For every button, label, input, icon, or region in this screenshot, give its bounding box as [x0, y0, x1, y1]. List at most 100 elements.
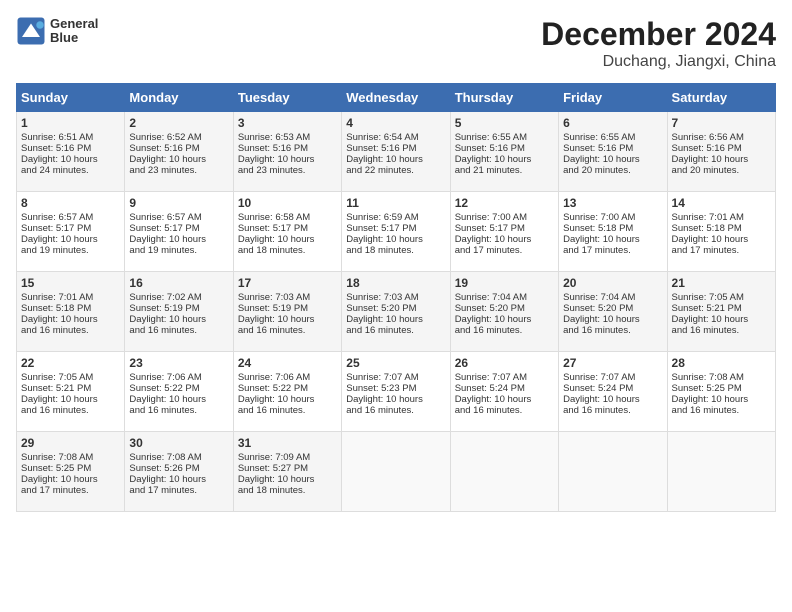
day-info-line: Sunset: 5:16 PM: [455, 143, 554, 154]
day-info-line: Sunrise: 7:09 AM: [238, 452, 337, 463]
calendar-cell: 6Sunrise: 6:55 AMSunset: 5:16 PMDaylight…: [559, 112, 667, 192]
day-info-line: and 17 minutes.: [455, 245, 554, 256]
day-info-line: and 17 minutes.: [672, 245, 771, 256]
day-info-line: Sunset: 5:26 PM: [129, 463, 228, 474]
day-info-line: Sunrise: 7:08 AM: [672, 372, 771, 383]
day-info-line: Daylight: 10 hours: [563, 154, 662, 165]
calendar-cell: 11Sunrise: 6:59 AMSunset: 5:17 PMDayligh…: [342, 192, 450, 272]
day-number: 10: [238, 196, 337, 210]
day-info-line: Sunrise: 7:06 AM: [238, 372, 337, 383]
day-info-line: and 16 minutes.: [346, 405, 445, 416]
day-info-line: and 16 minutes.: [129, 405, 228, 416]
day-number: 18: [346, 276, 445, 290]
day-info-line: Sunrise: 6:52 AM: [129, 132, 228, 143]
day-info-line: and 16 minutes.: [455, 405, 554, 416]
day-info-line: Daylight: 10 hours: [238, 234, 337, 245]
day-info-line: Daylight: 10 hours: [238, 154, 337, 165]
day-number: 4: [346, 116, 445, 130]
day-info-line: Daylight: 10 hours: [21, 394, 120, 405]
logo-text: General Blue: [50, 17, 98, 46]
day-info-line: Daylight: 10 hours: [129, 314, 228, 325]
day-info-line: Daylight: 10 hours: [563, 314, 662, 325]
day-info-line: and 16 minutes.: [455, 325, 554, 336]
day-info-line: Sunset: 5:22 PM: [129, 383, 228, 394]
day-info-line: Sunrise: 7:05 AM: [21, 372, 120, 383]
day-number: 11: [346, 196, 445, 210]
day-info-line: Daylight: 10 hours: [672, 154, 771, 165]
day-info-line: Sunset: 5:16 PM: [672, 143, 771, 154]
day-number: 9: [129, 196, 228, 210]
calendar-cell: 8Sunrise: 6:57 AMSunset: 5:17 PMDaylight…: [17, 192, 125, 272]
day-info-line: Daylight: 10 hours: [238, 394, 337, 405]
day-number: 17: [238, 276, 337, 290]
day-info-line: and 18 minutes.: [238, 485, 337, 496]
day-number: 27: [563, 356, 662, 370]
day-info-line: Sunset: 5:16 PM: [21, 143, 120, 154]
day-info-line: and 16 minutes.: [563, 405, 662, 416]
calendar-cell: 18Sunrise: 7:03 AMSunset: 5:20 PMDayligh…: [342, 272, 450, 352]
day-info-line: Sunrise: 7:07 AM: [563, 372, 662, 383]
day-info-line: Daylight: 10 hours: [455, 154, 554, 165]
day-info-line: Sunset: 5:17 PM: [21, 223, 120, 234]
calendar-cell: [559, 432, 667, 512]
day-info-line: Sunrise: 7:01 AM: [21, 292, 120, 303]
day-number: 31: [238, 436, 337, 450]
day-info-line: Sunrise: 6:55 AM: [455, 132, 554, 143]
header-row: SundayMondayTuesdayWednesdayThursdayFrid…: [17, 84, 776, 112]
day-info-line: Sunset: 5:17 PM: [346, 223, 445, 234]
day-info-line: Sunset: 5:17 PM: [238, 223, 337, 234]
day-info-line: Daylight: 10 hours: [455, 314, 554, 325]
day-info-line: and 20 minutes.: [563, 165, 662, 176]
calendar-cell: 7Sunrise: 6:56 AMSunset: 5:16 PMDaylight…: [667, 112, 775, 192]
day-info-line: and 16 minutes.: [672, 405, 771, 416]
day-number: 13: [563, 196, 662, 210]
calendar-cell: 21Sunrise: 7:05 AMSunset: 5:21 PMDayligh…: [667, 272, 775, 352]
day-info-line: and 19 minutes.: [21, 245, 120, 256]
day-info-line: Daylight: 10 hours: [563, 394, 662, 405]
calendar-cell: 4Sunrise: 6:54 AMSunset: 5:16 PMDaylight…: [342, 112, 450, 192]
logo-line2: Blue: [50, 31, 98, 45]
day-info-line: Sunrise: 7:07 AM: [455, 372, 554, 383]
day-info-line: Daylight: 10 hours: [129, 474, 228, 485]
day-info-line: Sunset: 5:22 PM: [238, 383, 337, 394]
calendar-cell: 16Sunrise: 7:02 AMSunset: 5:19 PMDayligh…: [125, 272, 233, 352]
day-number: 3: [238, 116, 337, 130]
header-cell-tuesday: Tuesday: [233, 84, 341, 112]
day-info-line: Daylight: 10 hours: [346, 394, 445, 405]
day-number: 26: [455, 356, 554, 370]
logo: General Blue: [16, 16, 98, 46]
day-info-line: Sunset: 5:27 PM: [238, 463, 337, 474]
calendar-body: 1Sunrise: 6:51 AMSunset: 5:16 PMDaylight…: [17, 112, 776, 512]
day-info-line: Sunrise: 7:04 AM: [455, 292, 554, 303]
logo-icon: [16, 16, 46, 46]
day-info-line: Daylight: 10 hours: [21, 154, 120, 165]
day-info-line: Daylight: 10 hours: [455, 394, 554, 405]
day-info-line: and 23 minutes.: [238, 165, 337, 176]
week-row-4: 22Sunrise: 7:05 AMSunset: 5:21 PMDayligh…: [17, 352, 776, 432]
calendar-cell: 10Sunrise: 6:58 AMSunset: 5:17 PMDayligh…: [233, 192, 341, 272]
week-row-1: 1Sunrise: 6:51 AMSunset: 5:16 PMDaylight…: [17, 112, 776, 192]
day-info-line: Daylight: 10 hours: [21, 234, 120, 245]
day-info-line: Sunrise: 6:51 AM: [21, 132, 120, 143]
day-info-line: Sunset: 5:16 PM: [238, 143, 337, 154]
day-info-line: Sunset: 5:20 PM: [455, 303, 554, 314]
week-row-5: 29Sunrise: 7:08 AMSunset: 5:25 PMDayligh…: [17, 432, 776, 512]
day-info-line: Sunset: 5:18 PM: [563, 223, 662, 234]
day-number: 6: [563, 116, 662, 130]
week-row-3: 15Sunrise: 7:01 AMSunset: 5:18 PMDayligh…: [17, 272, 776, 352]
day-info-line: Sunrise: 7:01 AM: [672, 212, 771, 223]
day-info-line: Daylight: 10 hours: [129, 394, 228, 405]
day-info-line: and 16 minutes.: [563, 325, 662, 336]
day-info-line: and 20 minutes.: [672, 165, 771, 176]
header-cell-monday: Monday: [125, 84, 233, 112]
day-number: 28: [672, 356, 771, 370]
month-title: December 2024: [541, 16, 776, 53]
calendar-cell: 2Sunrise: 6:52 AMSunset: 5:16 PMDaylight…: [125, 112, 233, 192]
day-info-line: Sunset: 5:23 PM: [346, 383, 445, 394]
day-info-line: Daylight: 10 hours: [346, 234, 445, 245]
day-info-line: and 24 minutes.: [21, 165, 120, 176]
calendar-cell: 5Sunrise: 6:55 AMSunset: 5:16 PMDaylight…: [450, 112, 558, 192]
day-number: 23: [129, 356, 228, 370]
day-info-line: Sunrise: 6:54 AM: [346, 132, 445, 143]
calendar-cell: 26Sunrise: 7:07 AMSunset: 5:24 PMDayligh…: [450, 352, 558, 432]
